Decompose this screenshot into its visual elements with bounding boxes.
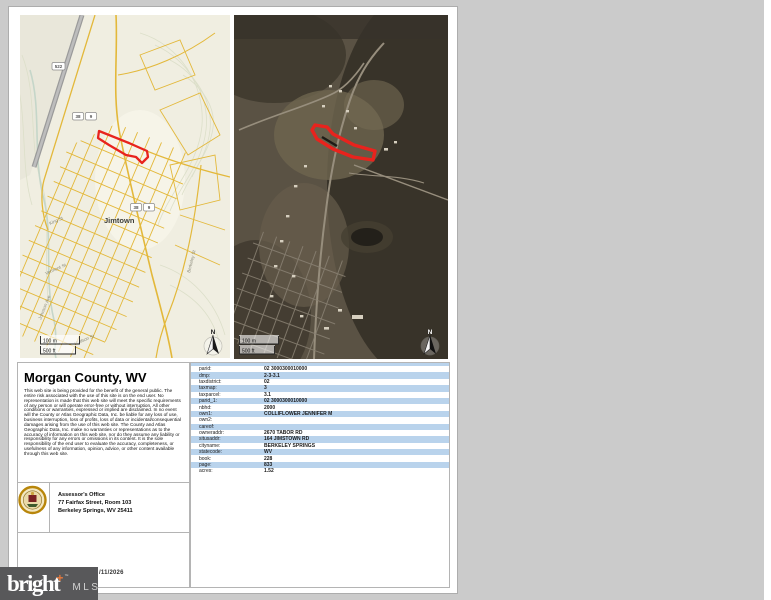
field-label: taxparcel:	[191, 392, 264, 398]
report-page: 522 38 9 38 9 J	[8, 6, 458, 594]
screen-right-margin	[764, 0, 771, 600]
town-label: Jimtown	[104, 216, 135, 225]
parcel-attributes-panel: parid:02 3000300010000dmp:2-3-3.1taxdist…	[190, 362, 450, 588]
field-label: parid:	[191, 366, 264, 372]
field-value: 02 3000300010000	[264, 366, 307, 372]
route-shield-9b: 9	[144, 204, 155, 212]
field-value: COLLIFLOWER JENNIFER M	[264, 411, 332, 417]
field-label: book:	[191, 456, 264, 462]
assessor-office-address: Assessor's Office 77 Fairfax Street, Roo…	[58, 491, 133, 515]
field-value: 164 JIMSTOWN RD	[264, 436, 309, 442]
field-label: cityname:	[191, 443, 264, 449]
page-title: Morgan County, WV	[24, 370, 183, 385]
office-address-line2: Berkeley Springs, WV 25411	[58, 507, 133, 515]
field-value: 833	[264, 462, 272, 468]
scale-metric-label: 100 m	[242, 339, 256, 345]
mls-logo-text: MLS	[72, 582, 100, 593]
scale-imperial-label: 500 ft	[43, 349, 56, 355]
field-label: owneraddr:	[191, 430, 264, 436]
pond	[351, 228, 383, 246]
field-label: parid_1:	[191, 398, 264, 404]
field-label: careof:	[191, 424, 264, 430]
field-value: 02 3000300010000	[264, 398, 307, 404]
screenshot-root: { "window": { "background": "#cbcbcb", "…	[0, 0, 771, 600]
field-label: situsaddr:	[191, 436, 264, 442]
route-shield-522: 522	[52, 63, 65, 71]
office-name: Assessor's Office	[58, 491, 133, 499]
bright-mls-logo: bright + ™ MLS	[0, 567, 98, 600]
assessor-office-section: Assessor's Office 77 Fairfax Street, Roo…	[17, 482, 190, 533]
field-label: dmp:	[191, 373, 264, 379]
field-value: 1.52	[264, 468, 274, 474]
field-value: 3.1	[264, 392, 271, 398]
route-shield-label: 38	[133, 205, 139, 210]
field-label: own1:	[191, 411, 264, 417]
route-shield-38: 38	[73, 113, 84, 121]
scale-imperial-label: 500 ft	[242, 349, 255, 355]
aerial-map-image: 100 m 500 ft N	[234, 15, 448, 359]
field-value: WV	[264, 449, 272, 455]
scale-metric-label: 100 m	[43, 339, 57, 345]
office-address-line1: 77 Fairfax Street, Room 103	[58, 499, 133, 507]
county-seal	[17, 483, 49, 530]
route-shield-label: 38	[75, 114, 81, 119]
county-seal-cell	[17, 483, 50, 532]
field-value: 2-3-3.1	[264, 373, 280, 379]
route-shield-38b: 38	[131, 204, 142, 212]
field-label: own2:	[191, 417, 264, 423]
aerial-photo-map: 100 m 500 ft N	[234, 15, 448, 359]
parcel-topo-map: 522 38 9 38 9 J	[20, 15, 230, 358]
field-value: 02	[264, 379, 270, 385]
parcel-map-image: 522 38 9 38 9 J	[20, 15, 230, 358]
bright-logo-wordmark: bright	[7, 572, 59, 595]
print-date: /11/2026	[99, 570, 124, 576]
field-value: 2670 TABOR RD	[264, 430, 303, 436]
table-row: acres:1.52	[191, 468, 449, 474]
field-label: acres:	[191, 468, 264, 474]
route-shield-label: 522	[55, 64, 63, 69]
north-label: N	[211, 329, 216, 336]
field-value: 2000	[264, 405, 275, 411]
disclaimer-text: This web site is being provided for the …	[24, 389, 182, 457]
county-info-panel: Morgan County, WV This web site is being…	[17, 362, 190, 588]
field-label: taxmap:	[191, 385, 264, 391]
field-value: 3	[264, 385, 267, 391]
field-value: BERKELEY SPRINGS	[264, 443, 315, 449]
field-label: nbhd:	[191, 405, 264, 411]
parcel-table: parid:02 3000300010000dmp:2-3-3.1taxdist…	[191, 366, 449, 475]
field-value: 228	[264, 456, 272, 462]
north-label: N	[428, 329, 433, 336]
trademark-symbol: ™	[64, 573, 68, 578]
field-label: taxdistrict:	[191, 379, 264, 385]
bright-logo-plus-icon: +	[56, 571, 63, 585]
field-label: statecode:	[191, 449, 264, 455]
field-label: page:	[191, 462, 264, 468]
route-shield-9: 9	[86, 113, 97, 121]
